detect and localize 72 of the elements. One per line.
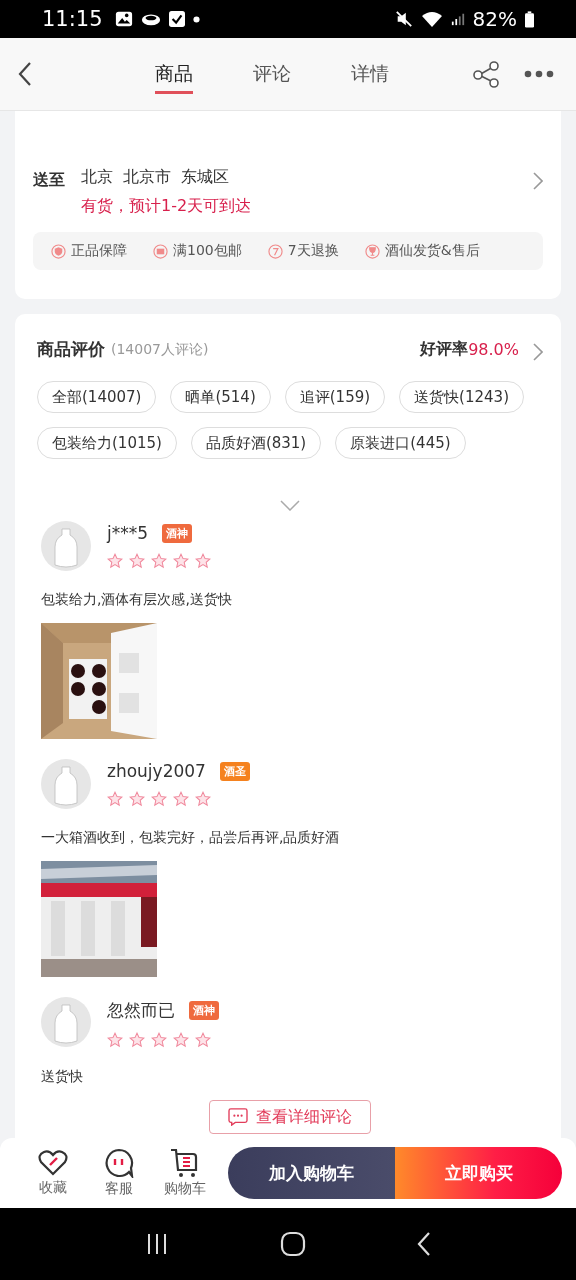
checkbox-icon — [168, 11, 185, 27]
more-icon[interactable] — [524, 70, 554, 78]
avatar-icon — [41, 759, 91, 809]
star-icon — [107, 1032, 123, 1048]
username: j***5 — [107, 523, 149, 543]
tab[interactable]: 详情 — [351, 54, 389, 94]
cart-icon — [170, 1148, 200, 1178]
review-text: 包装给力,酒体有层次感,送货快 — [41, 591, 232, 609]
back-icon[interactable] — [18, 61, 32, 87]
star-icon — [173, 553, 189, 569]
guarantee-label: 满100包邮 — [173, 242, 242, 260]
chevron-right-icon[interactable] — [533, 172, 543, 190]
star-icon — [107, 553, 123, 569]
wifi-icon — [420, 10, 443, 28]
star-icon — [151, 553, 167, 569]
tab[interactable]: 评论 — [253, 54, 291, 94]
clock: 11:15 — [42, 7, 103, 31]
home-icon[interactable] — [280, 1231, 306, 1257]
add-to-cart-button[interactable]: 加入购物车 — [228, 1147, 395, 1199]
rating-label: 好评率 — [420, 339, 469, 360]
delivery-label: 送至 — [33, 170, 66, 191]
share-icon[interactable] — [472, 60, 500, 88]
image-icon — [114, 10, 133, 28]
review-count: (14007人评论) — [111, 340, 209, 359]
chevron-right-icon[interactable] — [533, 343, 543, 361]
level-badge: 酒神 — [189, 1001, 219, 1020]
review-text: 送货快 — [41, 1068, 83, 1086]
heart-icon — [38, 1149, 68, 1177]
star-icon — [129, 553, 145, 569]
level-badge: 酒圣 — [219, 761, 250, 781]
avatar-icon — [41, 997, 91, 1047]
star-icon — [151, 1032, 167, 1048]
star-icon — [129, 1032, 145, 1048]
address-text: 北京市 — [123, 167, 171, 188]
star-icon — [129, 791, 145, 807]
username: zhoujy2007 — [107, 761, 206, 781]
star-icon — [173, 1032, 189, 1048]
guarantee-label: 7天退换 — [287, 242, 339, 260]
mute-icon — [394, 10, 413, 28]
battery-icon — [525, 10, 534, 28]
action-button[interactable]: 收藏 — [20, 1149, 86, 1197]
rating-value: 98.0% — [468, 340, 519, 359]
address-text: 北京 — [81, 167, 113, 188]
address-text: 东城区 — [181, 167, 229, 188]
star-icon — [195, 553, 211, 569]
tab[interactable]: 商品 — [155, 54, 193, 94]
shield-icon — [51, 243, 66, 259]
buy-now-button[interactable]: 立即购买 — [395, 1147, 562, 1199]
star-icon — [107, 791, 123, 807]
guarantee-label: 正品保障 — [71, 242, 127, 260]
section-title: 商品评价 — [37, 338, 105, 361]
star-icon — [195, 791, 211, 807]
action-button[interactable]: 客服 — [86, 1148, 152, 1198]
signal-icon — [450, 11, 465, 27]
view-reviews-button[interactable]: 查看详细评论 — [209, 1100, 371, 1134]
star-icon — [151, 791, 167, 807]
action-button[interactable]: 购物车 — [152, 1148, 218, 1198]
star-icon — [195, 1032, 211, 1048]
return-icon — [267, 243, 283, 259]
chat-bubble-icon — [104, 1148, 134, 1178]
battery-level: 82% — [472, 7, 517, 31]
wine-icon — [364, 243, 380, 259]
chat-icon — [228, 1108, 248, 1126]
guarantee-label: 酒仙发货&售后 — [384, 242, 480, 260]
username: 忽然而已 — [107, 999, 175, 1022]
stock-status: 有货，预计1-2天可到达 — [81, 196, 253, 217]
dot-icon — [192, 15, 200, 23]
level-badge: 酒神 — [162, 523, 193, 543]
avatar-icon — [41, 521, 91, 571]
review-text: 一大箱酒收到，包装完好，品尝后再评,品质好酒 — [41, 829, 340, 847]
star-icon — [173, 791, 189, 807]
mail-icon — [153, 243, 168, 259]
